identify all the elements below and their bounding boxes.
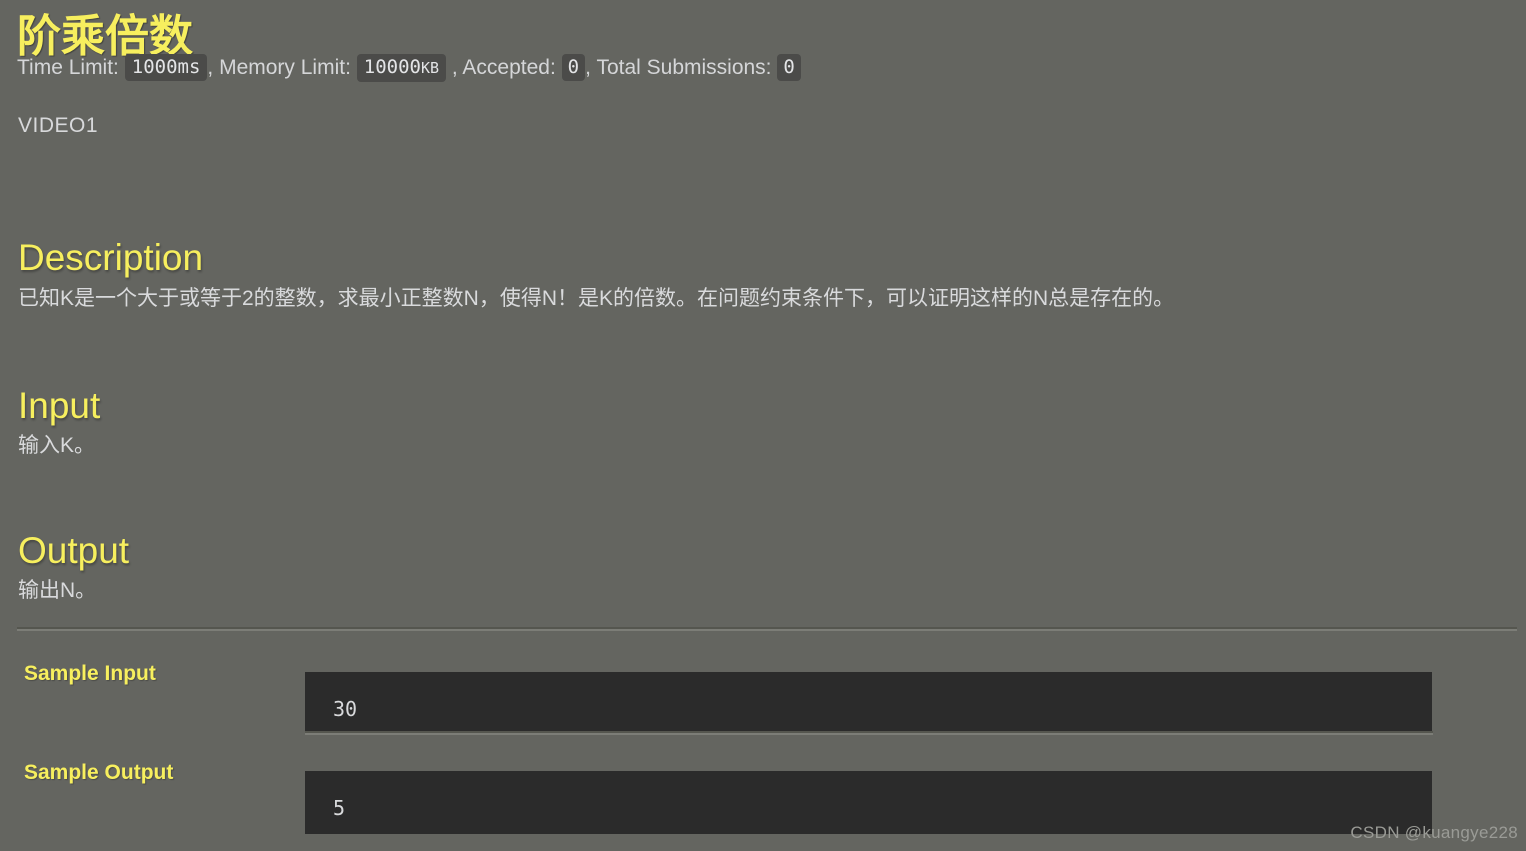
section-heading-output: Output <box>18 529 130 571</box>
problem-meta: Time Limit: 1000ms, Memory Limit: 10000K… <box>17 53 801 83</box>
video-tag: VIDEO1 <box>18 114 99 137</box>
memory-limit-value: 10000KB <box>356 54 447 82</box>
memory-limit-unit: KB <box>420 59 440 77</box>
total-submissions-label: Total Submissions: <box>596 56 772 79</box>
csdn-watermark: CSDN @kuangye228 <box>1350 823 1518 842</box>
meta-separator-1: , <box>207 56 214 79</box>
time-limit-label: Time Limit: <box>17 56 119 79</box>
section-heading-description: Description <box>18 236 204 278</box>
memory-limit-number: 10000 <box>363 56 421 78</box>
accepted-value: 0 <box>561 54 586 81</box>
sample-output-code: 5 <box>305 771 1432 834</box>
divider-above-samples <box>17 627 1517 631</box>
section-body-output: 输出N。 <box>18 579 97 602</box>
section-body-description: 已知K是一个大于或等于2的整数，求最小正整数N，使得N！是K的倍数。在问题约束条… <box>18 287 1175 310</box>
memory-limit-label: Memory Limit: <box>219 56 351 79</box>
sample-output-label: Sample Output <box>24 761 174 784</box>
meta-separator-3: , <box>585 56 591 79</box>
accepted-label: Accepted: <box>462 56 556 79</box>
divider-between-samples <box>305 731 1433 735</box>
total-submissions-value: 0 <box>777 54 801 81</box>
section-body-input: 输入K。 <box>18 434 96 457</box>
meta-separator-2: , <box>451 56 458 79</box>
sample-input-label: Sample Input <box>24 662 156 685</box>
problem-page: 阶乘倍数 Time Limit: 1000ms, Memory Limit: 1… <box>0 0 1526 851</box>
section-heading-input: Input <box>18 384 101 426</box>
sample-input-code: 30 <box>305 672 1432 735</box>
time-limit-value: 1000ms <box>124 54 208 81</box>
